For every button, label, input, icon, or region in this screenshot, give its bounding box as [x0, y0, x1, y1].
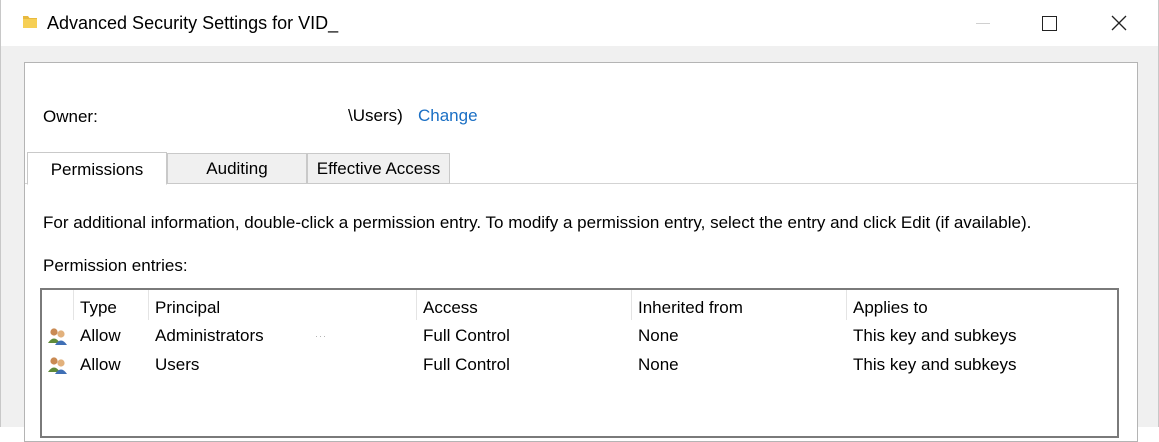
- column-separator[interactable]: [148, 290, 149, 320]
- cell-access: Full Control: [423, 326, 510, 345]
- tab-permissions[interactable]: Permissions: [27, 152, 167, 185]
- title-bar[interactable]: Advanced Security Settings for VID_: [1, 0, 1158, 46]
- tab-effective-access[interactable]: Effective Access: [307, 153, 450, 184]
- owner-label: Owner:: [43, 107, 98, 126]
- info-text: For additional information, double-click…: [43, 213, 1032, 232]
- close-icon: [1111, 15, 1127, 31]
- redacted-text: ···: [315, 331, 327, 341]
- change-owner-link[interactable]: Change: [418, 106, 478, 126]
- maximize-button[interactable]: [1018, 0, 1080, 46]
- cell-applies-to: This key and subkeys: [853, 326, 1017, 345]
- permission-entries-list[interactable]: Type Principal Access Inherited from App…: [40, 288, 1119, 438]
- column-header-principal[interactable]: Principal: [155, 295, 220, 321]
- owner-value: \Users): [348, 106, 403, 125]
- minimize-icon: [976, 22, 990, 24]
- cell-type: Allow: [80, 326, 121, 345]
- table-row[interactable]: Allow Users Full Control None This key a…: [42, 350, 1117, 379]
- table-row[interactable]: Allow Administrators ··· Full Control No…: [42, 321, 1117, 350]
- column-header-inherited-from[interactable]: Inherited from: [638, 295, 743, 321]
- cell-type: Allow: [80, 355, 121, 374]
- column-separator[interactable]: [846, 290, 847, 320]
- cell-principal: Administrators: [155, 326, 264, 345]
- cell-principal: Users: [155, 355, 200, 374]
- close-button[interactable]: [1088, 0, 1150, 46]
- permission-entries-label: Permission entries:: [43, 256, 188, 275]
- cell-inherited-from: None: [638, 355, 679, 374]
- column-header-access[interactable]: Access: [423, 295, 478, 321]
- folder-icon: [23, 16, 37, 28]
- cell-applies-to: This key and subkeys: [853, 355, 1017, 374]
- column-header-applies-to[interactable]: Applies to: [853, 295, 928, 321]
- cell-access: Full Control: [423, 355, 510, 374]
- maximize-icon: [1041, 15, 1057, 31]
- security-settings-window: Advanced Security Settings for VID_ Owne…: [0, 0, 1159, 442]
- cell-inherited-from: None: [638, 326, 679, 345]
- column-separator[interactable]: [73, 290, 74, 320]
- column-separator[interactable]: [416, 290, 417, 320]
- tab-auditing[interactable]: Auditing: [167, 153, 307, 184]
- column-header-type[interactable]: Type: [80, 295, 117, 321]
- user-group-icon: [48, 357, 67, 374]
- window-title: Advanced Security Settings for VID_: [47, 13, 339, 33]
- minimize-button[interactable]: [952, 0, 1014, 46]
- user-group-icon: [48, 328, 67, 345]
- column-separator[interactable]: [631, 290, 632, 320]
